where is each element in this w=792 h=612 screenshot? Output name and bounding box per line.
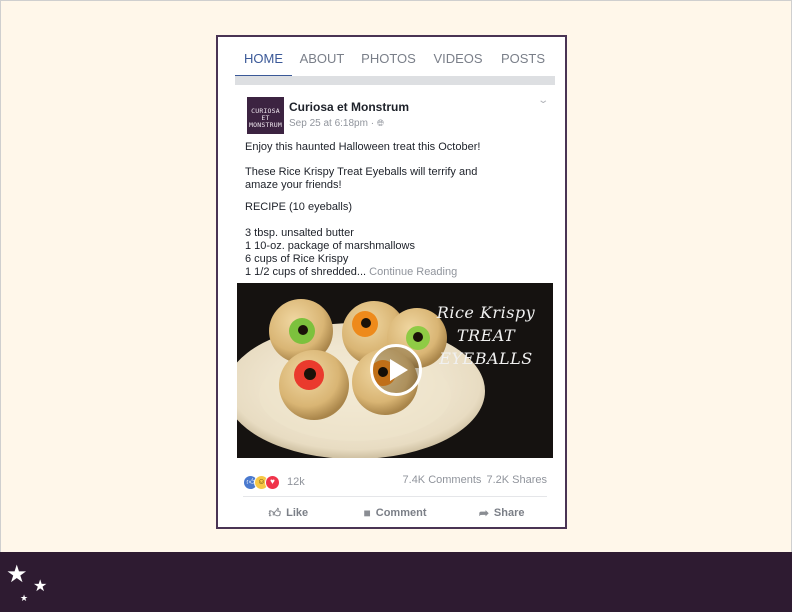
video-player[interactable]: Rice Krispy TREAT EYEBALLS (237, 283, 553, 458)
shares-count-link[interactable]: 7.2K Shares (486, 474, 547, 486)
ingredient-item: 6 cups of Rice Krispy (245, 253, 349, 265)
globe-icon: 🌐︎ (376, 118, 385, 128)
recipe-title: RECIPE (10 eyeballs) (245, 201, 352, 213)
star-icon: ★ (20, 593, 29, 603)
ingredient-item-last: 1 1/2 cups of shredded... Continue Readi… (245, 266, 550, 279)
ingredient-item: 3 tbsp. unsalted butter (245, 227, 354, 239)
reaction-count: 12k (287, 476, 305, 488)
post-actions: 👍︎ Like ■ Comment ➦ Share (235, 503, 555, 523)
tab-videos[interactable]: VIDEOS (425, 37, 491, 77)
video-title-line: EYEBALLS (439, 349, 533, 368)
footer-band (0, 552, 792, 612)
chevron-down-icon[interactable]: ⌄ (537, 95, 549, 106)
continue-reading-link[interactable]: Continue Reading (369, 266, 457, 278)
video-title-line: TREAT (456, 326, 516, 345)
play-icon[interactable] (370, 344, 422, 396)
engagement-stats: 7.4K Comments 7.2K Shares (401, 474, 547, 486)
post-timestamp[interactable]: Sep 25 at 6:18pm · (289, 118, 374, 129)
page-name-link[interactable]: Curiosa et Monstrum (289, 100, 409, 114)
ingredient-item: 1 10-oz. package of marshmallows (245, 240, 415, 252)
star-icon: ★ (33, 578, 48, 595)
video-title-line: Rice Krispy (436, 303, 536, 322)
facebook-page-content: HOME ABOUT PHOTOS VIDEOS POSTS CURIOSA E… (235, 37, 555, 527)
share-label: Share (493, 507, 525, 519)
comment-icon: ■ (363, 506, 371, 520)
tab-photos[interactable]: PHOTOS (352, 37, 425, 77)
actions-divider (243, 496, 547, 497)
love-reaction-icon: ♥ (265, 474, 280, 490)
star-icon: ★ (6, 561, 28, 588)
page-avatar[interactable]: CURIOSA ET MONSTRUM (247, 97, 284, 134)
post-text-line2: These Rice Krispy Treat Eyeballs will te… (245, 166, 478, 191)
share-icon: ➦ (478, 506, 489, 520)
tab-posts[interactable]: POSTS (491, 37, 555, 77)
facebook-page-card: HOME ABOUT PHOTOS VIDEOS POSTS CURIOSA E… (216, 35, 567, 529)
post-text-line1: Enjoy this haunted Halloween treat this … (245, 141, 481, 153)
thumbs-up-icon: 👍︎ (268, 505, 282, 520)
tab-home[interactable]: HOME (235, 37, 292, 77)
tab-about[interactable]: ABOUT (292, 37, 352, 77)
ingredient-item: 1 1/2 cups of shredded... (245, 266, 367, 278)
video-title-overlay: Rice Krispy TREAT EYEBALLS (423, 301, 549, 370)
reactions-summary[interactable]: 👍︎ ☺ ♥ 12k (243, 474, 305, 490)
comment-label: Comment (375, 507, 427, 519)
like-button[interactable]: 👍︎ Like (235, 503, 342, 523)
page-tabs: HOME ABOUT PHOTOS VIDEOS POSTS (235, 37, 555, 77)
comments-count-link[interactable]: 7.4K Comments (403, 474, 482, 486)
tab-divider (235, 76, 555, 85)
like-label: Like (286, 507, 309, 519)
post-meta: Sep 25 at 6:18pm · 🌐︎ (289, 118, 384, 129)
share-button[interactable]: ➦ Share (448, 503, 555, 523)
comment-button[interactable]: ■ Comment (342, 503, 449, 523)
